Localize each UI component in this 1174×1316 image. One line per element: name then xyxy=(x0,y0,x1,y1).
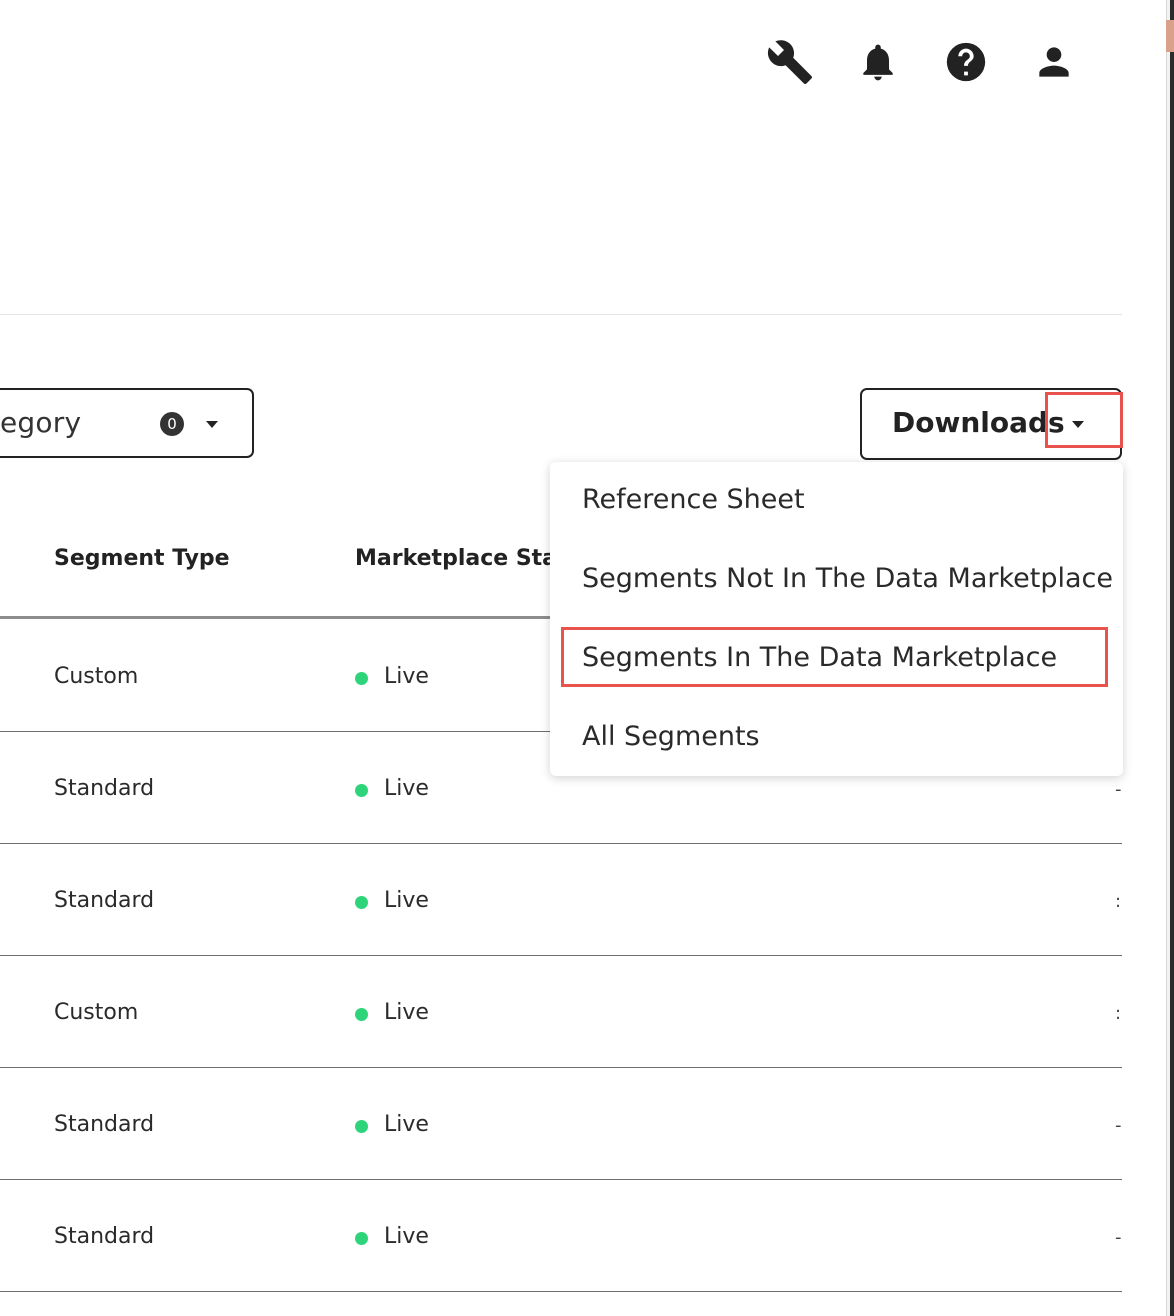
segment-type-cell: Standard xyxy=(54,888,155,913)
chevron-down-icon xyxy=(206,421,218,428)
marketplace-status-cell: Live xyxy=(384,776,429,801)
table-row[interactable]: Custom Live : xyxy=(0,956,1122,1068)
page: egory 0 Downloads Reference Sheet Segmen… xyxy=(0,0,1174,1316)
table-row[interactable]: Standard Live : xyxy=(0,844,1122,956)
marketplace-status-cell: Live xyxy=(384,664,429,689)
segment-type-cell: Custom xyxy=(54,1000,139,1025)
clipped-cell-edge: - xyxy=(1115,782,1121,798)
menu-item-highlight-box xyxy=(561,627,1108,687)
header-separator xyxy=(0,314,1122,315)
window-edge-dark xyxy=(1170,0,1174,1316)
menu-item-reference-sheet[interactable]: Reference Sheet xyxy=(582,484,805,515)
clipped-cell-edge: - xyxy=(1115,1230,1121,1246)
window-corner-accent xyxy=(1166,20,1174,52)
segment-type-cell: Custom xyxy=(54,664,139,689)
segment-type-cell: Standard xyxy=(54,1224,155,1249)
column-header-marketplace-status[interactable]: Marketplace Stat xyxy=(355,546,568,571)
clipped-cell-edge: : xyxy=(1115,894,1121,910)
marketplace-status-cell: Live xyxy=(384,1000,429,1025)
column-header-segment-type[interactable]: Segment Type xyxy=(54,546,230,571)
table-row[interactable]: Standard Live - xyxy=(0,1068,1122,1180)
clipped-cell-edge: : xyxy=(1115,1006,1121,1022)
downloads-menu: Reference Sheet Segments Not In The Data… xyxy=(550,462,1123,776)
bell-icon[interactable] xyxy=(854,38,902,86)
status-dot-icon xyxy=(355,672,368,685)
marketplace-status-cell: Live xyxy=(384,888,429,913)
status-dot-icon xyxy=(355,1008,368,1021)
downloads-button-label: Downloads xyxy=(892,406,1065,439)
segment-type-cell: Standard xyxy=(54,1112,155,1137)
marketplace-status-cell: Live xyxy=(384,1112,429,1137)
wrench-icon[interactable] xyxy=(766,38,814,86)
status-dot-icon xyxy=(355,784,368,797)
table-row[interactable]: Standard Live - xyxy=(0,1180,1122,1292)
clipped-cell-edge: - xyxy=(1115,1118,1121,1134)
category-count-badge: 0 xyxy=(160,412,184,436)
user-icon[interactable] xyxy=(1030,38,1078,86)
status-dot-icon xyxy=(355,1232,368,1245)
segment-type-cell: Standard xyxy=(54,776,155,801)
row-divider xyxy=(0,1291,1122,1292)
status-dot-icon xyxy=(355,1120,368,1133)
menu-item-all-segments[interactable]: All Segments xyxy=(582,721,760,752)
caret-highlight-box xyxy=(1045,392,1123,448)
category-dropdown-label: egory xyxy=(0,406,82,439)
menu-item-segments-not-in-marketplace[interactable]: Segments Not In The Data Marketplace xyxy=(582,563,1113,594)
help-icon[interactable] xyxy=(942,38,990,86)
status-dot-icon xyxy=(355,896,368,909)
marketplace-status-cell: Live xyxy=(384,1224,429,1249)
